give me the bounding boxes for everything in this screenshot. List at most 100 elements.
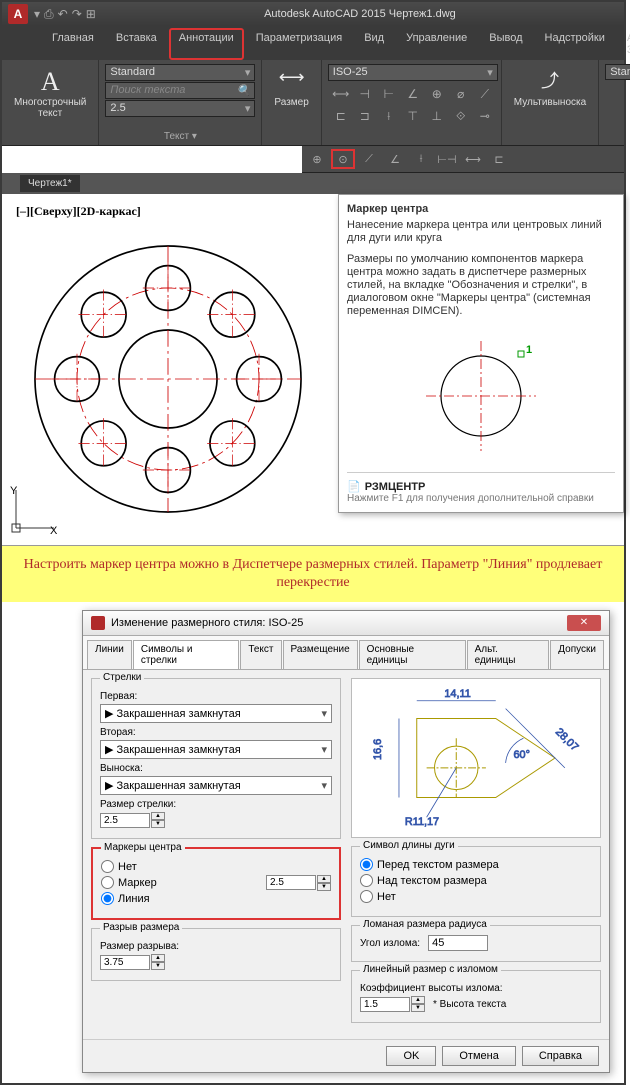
- dialog-tab[interactable]: Линии: [87, 640, 132, 669]
- jog-height-label: Коэффициент высоты излома:: [360, 983, 592, 994]
- center-mark-button[interactable]: ⊙: [331, 149, 355, 169]
- center-none-radio[interactable]: [101, 860, 114, 873]
- second-arrow-combo[interactable]: ▶ Закрашенная замкнутая▾: [100, 740, 332, 759]
- svg-text:16,6: 16,6: [372, 739, 384, 760]
- dim-flyout-icon[interactable]: ⟊: [409, 149, 433, 169]
- ribbon-tab[interactable]: Надстройки: [535, 28, 615, 60]
- dim-break-group-title: Разрыв размера: [100, 922, 182, 933]
- text-style-combo[interactable]: Standard▾: [105, 64, 255, 81]
- dialog-logo-icon: [91, 616, 105, 630]
- dialog-tab[interactable]: Допуски: [550, 640, 604, 669]
- leader-style-combo[interactable]: Standa: [605, 64, 630, 80]
- ribbon-tab[interactable]: Аннотации: [169, 28, 244, 60]
- dim-flyout-icon[interactable]: ⟋: [357, 149, 381, 169]
- dim-tool-icon[interactable]: ⊤: [402, 106, 424, 126]
- cancel-button[interactable]: Отмена: [442, 1046, 515, 1066]
- dim-tool-icon[interactable]: ⊥: [426, 106, 448, 126]
- dim-tool-icon[interactable]: ⊢: [378, 84, 400, 104]
- center-mark-radio[interactable]: [101, 876, 114, 889]
- dim-tool-icon[interactable]: ⊐: [354, 106, 376, 126]
- linear-jog-group-title: Линейный размер с изломом: [360, 964, 501, 975]
- command-icon: 📄: [347, 480, 361, 493]
- tooltip-f1-hint: Нажмите F1 для получения дополнительной …: [347, 493, 615, 504]
- dim-style-combo[interactable]: ISO-25▾: [328, 64, 498, 81]
- command-name: РЗМЦЕНТР: [365, 481, 426, 493]
- dim-tool-icon[interactable]: ⊏: [330, 106, 352, 126]
- dim-tool-icon[interactable]: ⊸: [474, 106, 496, 126]
- first-arrow-label: Первая:: [100, 691, 332, 702]
- ribbon-tab[interactable]: Вставка: [106, 28, 167, 60]
- dim-tool-icon[interactable]: ⟋: [474, 84, 496, 104]
- qat-icon[interactable]: ↶: [58, 7, 68, 22]
- dim-flyout-icon[interactable]: ⊕: [305, 149, 329, 169]
- dialog-tab[interactable]: Символы и стрелки: [133, 640, 239, 669]
- qat-icon[interactable]: ⊞: [86, 7, 96, 22]
- ribbon-tab[interactable]: Вывод: [479, 28, 532, 60]
- dim-flyout-icon[interactable]: ⊢⊣: [435, 149, 459, 169]
- ucs-axes: Y X: [8, 486, 58, 539]
- dialog-tab[interactable]: Текст: [240, 640, 281, 669]
- dimstyle-preview: 14,11 16,6 R11,17 28,07 60°: [351, 678, 601, 838]
- arc-length-group-title: Символ длины дуги: [360, 840, 458, 851]
- dialog-tab[interactable]: Основные единицы: [359, 640, 466, 669]
- dimstyle-dialog: Изменение размерного стиля: ISO-25 ✕ Лин…: [82, 610, 610, 1073]
- dim-tool-icon[interactable]: ⟐: [450, 106, 472, 126]
- qat-icon[interactable]: ↷: [72, 7, 82, 22]
- dim-flyout-icon[interactable]: ⟷: [461, 149, 485, 169]
- dialog-tab[interactable]: Размещение: [283, 640, 358, 669]
- center-line-radio[interactable]: [101, 892, 114, 905]
- dim-tool-icon[interactable]: ⟷: [330, 84, 352, 104]
- ribbon-tab[interactable]: Управление: [396, 28, 477, 60]
- dimension-icon: ⟷: [279, 67, 305, 97]
- help-button[interactable]: Справка: [522, 1046, 599, 1066]
- quick-access-toolbar[interactable]: ▾ ⎙ ↶ ↷ ⊞: [34, 7, 96, 22]
- ribbon-tab[interactable]: Autodesk 360: [617, 28, 630, 60]
- dim-tool-icon[interactable]: ⊕: [426, 84, 448, 104]
- text-panel-label[interactable]: Текст ▾: [105, 129, 255, 142]
- second-arrow-label: Вторая:: [100, 727, 332, 738]
- leader-arrow-combo[interactable]: ▶ Закрашенная замкнутая▾: [100, 776, 332, 795]
- qat-icon[interactable]: ▾: [34, 7, 40, 22]
- text-search-input[interactable]: Поиск текста🔍: [105, 82, 255, 99]
- ribbon-tabs: ГлавнаяВставкаАннотацииПараметризацияВид…: [2, 26, 624, 60]
- arc-above-radio[interactable]: [360, 874, 373, 887]
- arc-none-radio[interactable]: [360, 890, 373, 903]
- break-size-spinner[interactable]: ▲▼: [100, 954, 165, 970]
- qat-icon[interactable]: ⎙: [44, 7, 54, 22]
- mtext-button[interactable]: A Многострочный текст: [8, 63, 92, 123]
- ribbon-tab[interactable]: Вид: [354, 28, 394, 60]
- svg-text:28,07: 28,07: [553, 726, 581, 754]
- ribbon-tab[interactable]: Параметризация: [246, 28, 352, 60]
- tooltip-pick-num: 1: [526, 344, 532, 356]
- svg-text:14,11: 14,11: [444, 688, 470, 700]
- ok-button[interactable]: OK: [386, 1046, 436, 1066]
- arc-before-radio[interactable]: [360, 858, 373, 871]
- jog-angle-input[interactable]: [428, 935, 488, 951]
- autocad-logo[interactable]: A: [8, 4, 28, 24]
- drawing-file-tab[interactable]: Чертеж1*: [20, 175, 80, 192]
- dim-flyout-icon[interactable]: ∠: [383, 149, 407, 169]
- first-arrow-combo[interactable]: ▶ Закрашенная замкнутая▾: [100, 704, 332, 723]
- jog-angle-label: Угол излома:: [360, 938, 420, 949]
- dimension-label: Размер: [274, 97, 308, 108]
- center-size-spinner[interactable]: ▲▼: [266, 875, 331, 891]
- dim-tool-icon[interactable]: ⌀: [450, 84, 472, 104]
- dim-tool-icon[interactable]: ⊣: [354, 84, 376, 104]
- viewport-label[interactable]: [–][Сверху][2D-каркас]: [16, 204, 328, 219]
- arrow-size-spinner[interactable]: ▲▼: [100, 812, 165, 828]
- mtext-icon: A: [41, 67, 60, 97]
- dim-flyout-icon[interactable]: ⊏: [487, 149, 511, 169]
- dim-tool-icon[interactable]: ⟊: [378, 106, 400, 126]
- leader-arrow-label: Выноска:: [100, 763, 332, 774]
- text-height-combo[interactable]: 2.5▾: [105, 100, 255, 117]
- tooltip-title: Маркер центра: [347, 203, 615, 215]
- mleader-button[interactable]: ⤴ Мультивыноска: [508, 63, 592, 112]
- dialog-close-button[interactable]: ✕: [567, 615, 601, 631]
- dialog-tabs: ЛинииСимволы и стрелкиТекстРазмещениеОсн…: [83, 636, 609, 670]
- ribbon-tab[interactable]: Главная: [42, 28, 104, 60]
- jog-height-spinner[interactable]: ▲▼: [360, 996, 425, 1012]
- dimension-button[interactable]: ⟷ Размер: [268, 63, 314, 112]
- command-tooltip: Маркер центра Нанесение маркера центра и…: [338, 194, 624, 513]
- dim-tool-icon[interactable]: ∠: [402, 84, 424, 104]
- dialog-tab[interactable]: Альт. единицы: [467, 640, 550, 669]
